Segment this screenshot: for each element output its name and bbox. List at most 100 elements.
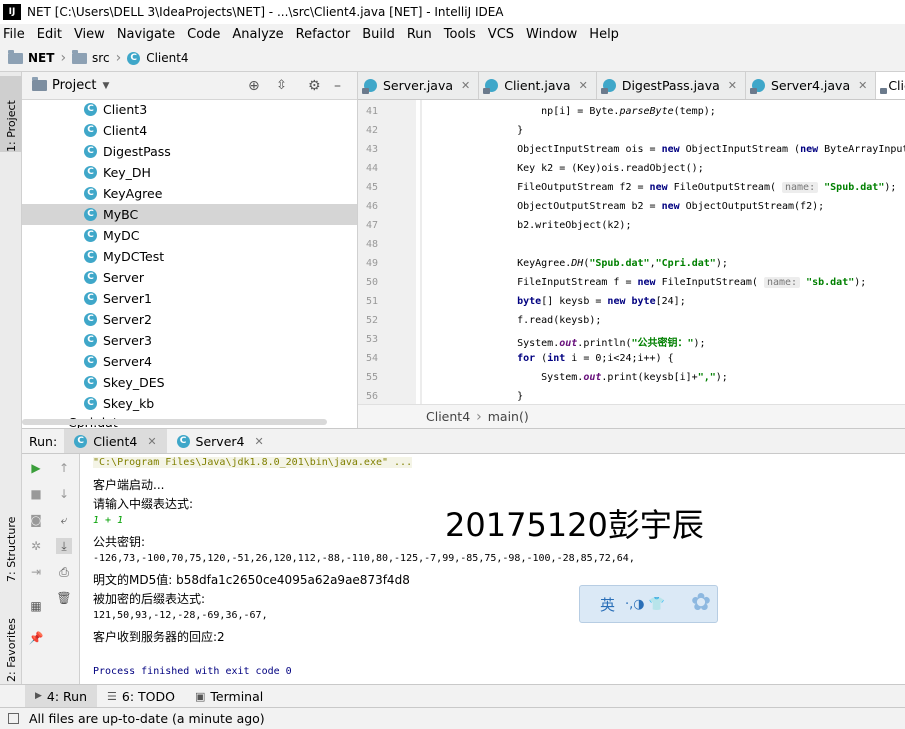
tree-item-server4[interactable]: C Server4 bbox=[84, 351, 152, 372]
stop-icon[interactable]: ■ bbox=[28, 486, 44, 502]
tab-client4-java[interactable]: Client4.ja bbox=[876, 72, 905, 99]
menu-tools[interactable]: Tools bbox=[444, 27, 476, 42]
arrow-down-icon[interactable]: ↓ bbox=[56, 486, 72, 502]
editor-crumb-method[interactable]: main() bbox=[488, 409, 529, 424]
print-icon[interactable]: ⎙ bbox=[56, 564, 72, 580]
collapse-all-icon[interactable]: ⇳ bbox=[276, 78, 287, 93]
tree-item-skey-kb[interactable]: C Skey_kb bbox=[84, 393, 154, 414]
exit-icon[interactable]: ⇥ bbox=[28, 564, 44, 580]
tab-server-java[interactable]: Server.java ✕ bbox=[358, 72, 480, 99]
code-line: f.read(keysb); bbox=[493, 315, 602, 326]
tree-item-server1[interactable]: C Server1 bbox=[84, 288, 152, 309]
pin-icon[interactable]: 📌 bbox=[28, 630, 44, 646]
ime-toolbar[interactable]: 英 ·,◑ 👕 ✿ bbox=[579, 585, 718, 623]
window-layout-icon[interactable] bbox=[8, 713, 19, 724]
menu-view[interactable]: View bbox=[74, 27, 105, 42]
class-icon: C bbox=[84, 271, 97, 284]
menu-file[interactable]: File bbox=[3, 27, 25, 42]
code-editor: Server.java ✕ Client.java ✕ DigestPass.jav… bbox=[357, 72, 905, 428]
scroll-to-end-icon[interactable]: ⤓ bbox=[56, 538, 72, 554]
run-tab-server4[interactable]: C Server4 ✕ bbox=[167, 429, 274, 453]
close-icon[interactable]: ✕ bbox=[728, 79, 737, 92]
layout-icon[interactable]: ▦ bbox=[28, 598, 44, 614]
tree-item-label: MyDCTest bbox=[103, 249, 165, 264]
trash-icon[interactable]: 🗑 bbox=[56, 590, 72, 606]
tab-client-java[interactable]: Client.java ✕ bbox=[479, 72, 597, 99]
breadcrumb-folder[interactable]: src bbox=[92, 51, 110, 65]
tab-server4-java[interactable]: Server4.java ✕ bbox=[746, 72, 877, 99]
status-message: All files are up-to-date (a minute ago) bbox=[29, 711, 265, 726]
class-icon: C bbox=[84, 187, 97, 200]
tree-item-server[interactable]: C Server bbox=[84, 267, 144, 288]
console-output[interactable]: "C:\Program Files\Java\jdk1.8.0_201\bin\… bbox=[80, 454, 905, 684]
breadcrumb-project[interactable]: NET bbox=[28, 51, 54, 65]
java-class-icon bbox=[600, 79, 616, 94]
editor-crumb-class[interactable]: Client4 bbox=[426, 409, 470, 424]
run-tab-client4[interactable]: C Client4 ✕ bbox=[64, 429, 167, 453]
class-icon: C bbox=[84, 397, 97, 410]
camera-icon[interactable]: ◙ bbox=[28, 512, 44, 528]
console-exit-line: Process finished with exit code 0 bbox=[93, 666, 292, 677]
menu-refactor[interactable]: Refactor bbox=[296, 27, 351, 42]
class-icon: C bbox=[84, 208, 97, 221]
close-icon[interactable]: ✕ bbox=[579, 79, 588, 92]
tree-item-mybc[interactable]: C MyBC bbox=[84, 204, 138, 225]
tree-item-mydctest[interactable]: C MyDCTest bbox=[84, 246, 164, 267]
locate-icon[interactable]: ⊕ bbox=[248, 78, 260, 94]
breadcrumb: NET › src › C Client4 bbox=[0, 45, 905, 72]
project-panel-title[interactable]: Project bbox=[52, 78, 96, 93]
chevron-down-icon[interactable]: ▼ bbox=[102, 81, 109, 91]
code-line: byte[] keysb = new byte[24]; bbox=[517, 296, 686, 307]
menu-navigate[interactable]: Navigate bbox=[117, 27, 175, 42]
tree-item-client3[interactable]: C Client3 bbox=[84, 99, 147, 120]
menu-window[interactable]: Window bbox=[526, 27, 577, 42]
menu-build[interactable]: Build bbox=[362, 27, 395, 42]
menu-edit[interactable]: Edit bbox=[37, 27, 62, 42]
tree-item-keyagree[interactable]: C KeyAgree bbox=[84, 183, 162, 204]
code-line: for (int i = 0;i<24;i++) { bbox=[517, 353, 674, 364]
bottom-tab-todo[interactable]: ☰ 6: TODO bbox=[97, 685, 185, 707]
menu-code[interactable]: Code bbox=[187, 27, 220, 42]
code-line: ObjectInputStream ois = new ObjectInputS… bbox=[493, 144, 905, 155]
breadcrumb-file[interactable]: Client4 bbox=[146, 51, 188, 65]
rerun-icon[interactable]: ▶ bbox=[28, 460, 44, 476]
tree-item-mydc[interactable]: C MyDC bbox=[84, 225, 140, 246]
menu-analyze[interactable]: Analyze bbox=[232, 27, 283, 42]
tree-item-server3[interactable]: C Server3 bbox=[84, 330, 152, 351]
project-panel: Project ▼ ⊕ ⇳ ⚙ – C Client3 C Client4 C Dig… bbox=[22, 72, 357, 428]
project-tool-tab[interactable]: 1: Project bbox=[0, 76, 22, 152]
class-icon: C bbox=[84, 124, 97, 137]
class-icon: C bbox=[84, 229, 97, 242]
close-icon[interactable]: ✕ bbox=[461, 79, 470, 92]
ime-language-label[interactable]: 英 bbox=[600, 594, 615, 615]
menu-help[interactable]: Help bbox=[589, 27, 619, 42]
class-icon: C bbox=[84, 103, 97, 116]
tab-digestpass-java[interactable]: DigestPass.java ✕ bbox=[597, 72, 746, 99]
close-icon[interactable]: ✕ bbox=[255, 435, 264, 448]
arrow-up-icon[interactable]: ↑ bbox=[56, 460, 72, 476]
tree-item-key-dh[interactable]: C Key_DH bbox=[84, 162, 151, 183]
debug-icon[interactable]: ✲ bbox=[28, 538, 44, 554]
hide-panel-icon[interactable]: – bbox=[334, 78, 341, 94]
close-icon[interactable]: ✕ bbox=[147, 435, 156, 448]
title-bar: IJ NET [C:\Users\DELL 3\IdeaProjects\NET… bbox=[0, 0, 905, 24]
horizontal-scrollbar[interactable] bbox=[22, 419, 327, 425]
ime-symbols[interactable]: ·,◑ 👕 bbox=[625, 597, 665, 612]
gear-icon[interactable]: ⚙ bbox=[308, 78, 321, 94]
menu-vcs[interactable]: VCS bbox=[488, 27, 514, 42]
favorites-tool-tab[interactable]: 2: Favorites bbox=[0, 592, 22, 682]
close-icon[interactable]: ✕ bbox=[858, 79, 867, 92]
code-line: } bbox=[493, 125, 524, 136]
bottom-tab-run[interactable]: ▶ 4: Run bbox=[25, 685, 98, 707]
bottom-tab-terminal[interactable]: ▣ Terminal bbox=[185, 685, 273, 707]
code-area[interactable]: np[i] = Byte.parseByte(temp); } ObjectIn… bbox=[358, 100, 905, 404]
structure-tool-tab[interactable]: 7: Structure bbox=[0, 492, 22, 582]
soft-wrap-icon[interactable]: ⤶ bbox=[56, 512, 72, 528]
menu-run[interactable]: Run bbox=[407, 27, 432, 42]
tree-item-digestpass[interactable]: C DigestPass bbox=[84, 141, 171, 162]
tree-item-skey-des[interactable]: C Skey_DES bbox=[84, 372, 165, 393]
terminal-icon: ▣ bbox=[194, 689, 206, 703]
tree-item-server2[interactable]: C Server2 bbox=[84, 309, 152, 330]
tree-item-client4[interactable]: C Client4 bbox=[84, 120, 147, 141]
console-line: 明文的MD5值: b58dfa1c2650ce4095a62a9ae873f4d… bbox=[93, 573, 410, 587]
